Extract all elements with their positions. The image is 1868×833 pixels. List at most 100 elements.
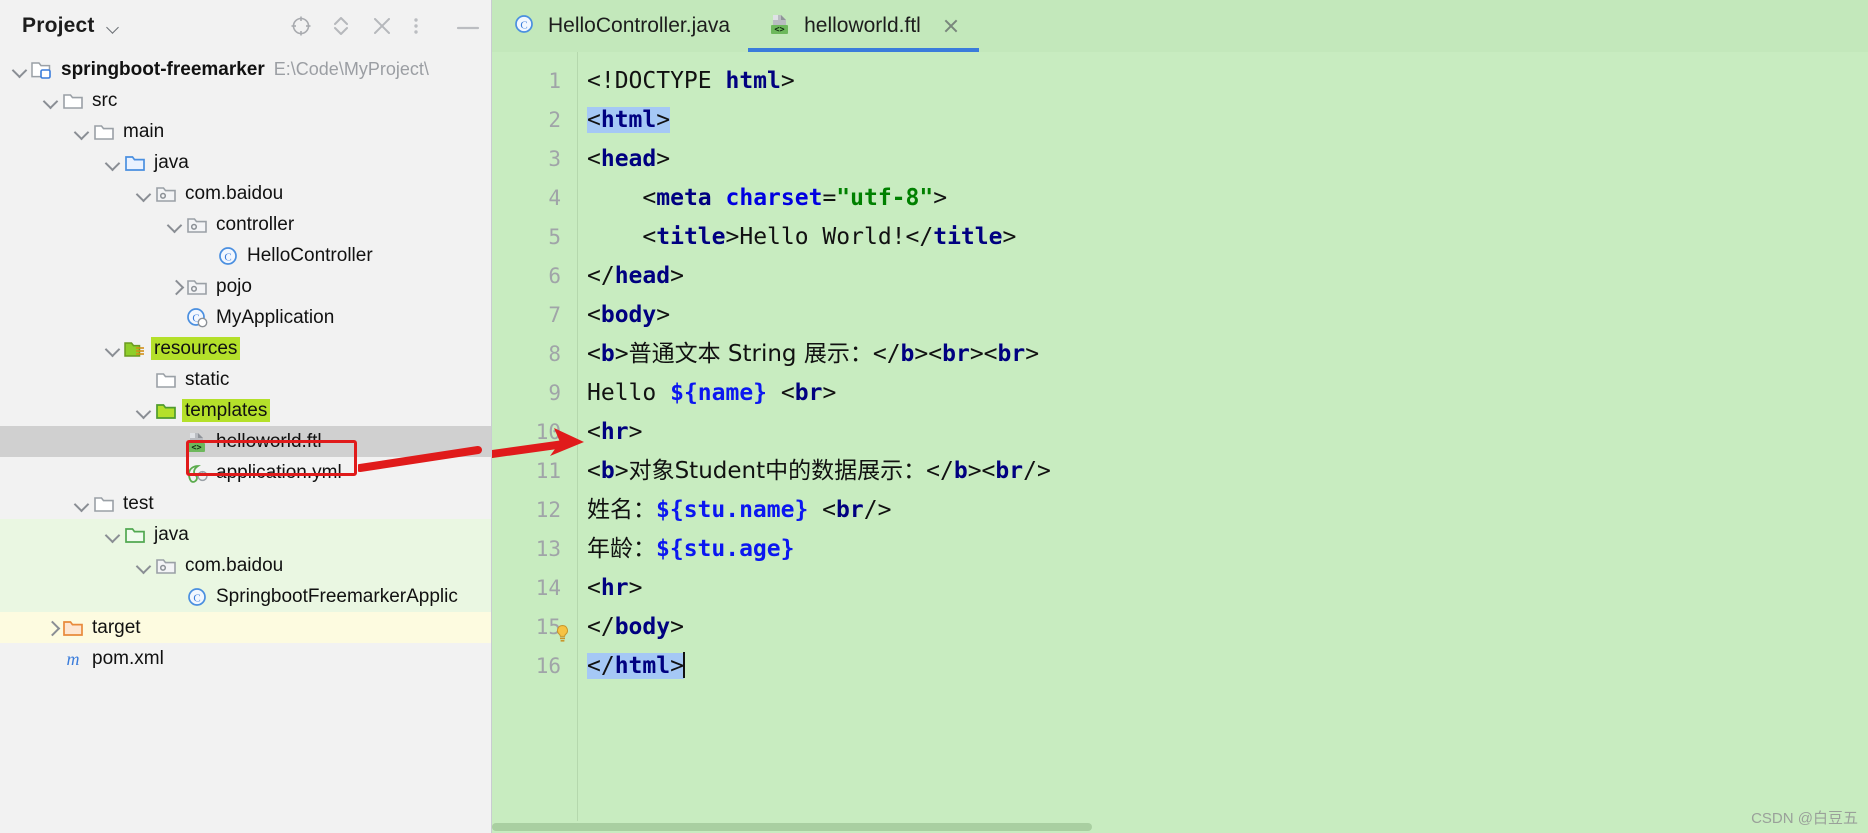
code-line[interactable]: <title>Hello World!</title> <box>587 218 1868 257</box>
tree-item-label: controller <box>216 214 294 235</box>
code-line[interactable]: </body> <box>587 608 1868 647</box>
chevron-down-icon[interactable] <box>10 60 30 80</box>
code-line[interactable]: <b>普通文本 String 展示：</b><br><br> <box>587 335 1868 374</box>
code-token-tag: html <box>601 107 656 133</box>
code-line[interactable]: 年龄：${stu.age} <box>587 530 1868 569</box>
more-options-icon[interactable] <box>412 14 436 38</box>
tree-item-label: src <box>92 90 117 111</box>
code-token-tag: b <box>601 458 615 484</box>
chevron-down-icon[interactable] <box>103 525 123 545</box>
tree-twisty-placeholder <box>165 587 185 607</box>
line-number: 6 <box>492 257 561 296</box>
tree-item-label: pojo <box>216 276 252 297</box>
resources-folder-icon <box>123 338 147 360</box>
spring-class-icon: C <box>185 307 209 329</box>
code-token-plain: > <box>656 302 670 328</box>
folder-icon <box>61 90 85 112</box>
tree-item[interactable]: templates <box>0 395 491 426</box>
java-class-icon: C <box>216 245 240 267</box>
chevron-down-icon[interactable] <box>103 153 123 173</box>
folder-icon <box>92 121 116 143</box>
code-token-plain: > <box>670 653 684 679</box>
java-class-icon: C <box>185 586 209 608</box>
code-line[interactable]: <head> <box>587 140 1868 179</box>
code-line[interactable]: <meta charset="utf-8"> <box>587 179 1868 218</box>
code-line[interactable]: <hr> <box>587 569 1868 608</box>
collapse-all-icon[interactable] <box>371 14 395 38</box>
tree-item[interactable]: springboot-freemarkerE:\Code\MyProject\ <box>0 54 491 85</box>
horizontal-scrollbar[interactable] <box>492 821 1868 833</box>
code-token-plain: > <box>1025 341 1039 367</box>
chevron-down-icon[interactable] <box>107 23 121 32</box>
intention-bulb-icon[interactable] <box>555 617 570 636</box>
code-line[interactable]: <html> <box>587 101 1868 140</box>
chevron-down-icon[interactable] <box>165 215 185 235</box>
code-token-plain: > <box>615 458 629 484</box>
chevron-right-icon[interactable] <box>165 277 185 297</box>
tree-item[interactable]: mpom.xml <box>0 643 491 674</box>
tree-item[interactable]: src <box>0 85 491 116</box>
scrollbar-thumb[interactable] <box>492 823 1092 831</box>
tree-item[interactable]: com.baidou <box>0 550 491 581</box>
tree-item-label: springboot-freemarker <box>61 59 265 80</box>
expand-collapse-icon[interactable] <box>330 14 354 38</box>
project-tree[interactable]: springboot-freemarkerE:\Code\MyProject\s… <box>0 52 491 674</box>
chevron-down-icon[interactable] <box>134 556 154 576</box>
editor-tab[interactable]: CHelloController.java <box>492 0 748 52</box>
tree-item[interactable]: CSpringbootFreemarkerApplic <box>0 581 491 612</box>
tree-item[interactable]: test <box>0 488 491 519</box>
code-token-plain: < <box>808 497 836 523</box>
tree-item[interactable]: main <box>0 116 491 147</box>
ftl-file-icon: <> <box>768 13 794 39</box>
code-token-plain: < <box>587 458 601 484</box>
folder-icon <box>154 369 178 391</box>
line-number: 9 <box>492 374 561 413</box>
code-line[interactable]: Hello ${name} <br> <box>587 374 1868 413</box>
tree-item[interactable]: pojo <box>0 271 491 302</box>
code-line[interactable]: </html> <box>587 647 1868 686</box>
code-line[interactable]: <b>对象Student中的数据展示：</b><br/> <box>587 452 1868 491</box>
chevron-down-icon[interactable] <box>72 494 92 514</box>
tree-item[interactable]: static <box>0 364 491 395</box>
editor-tab[interactable]: <>helloworld.ftl <box>748 0 979 52</box>
tree-item[interactable]: CHelloController <box>0 240 491 271</box>
tree-item[interactable]: CMyApplication <box>0 302 491 333</box>
chevron-down-icon[interactable] <box>134 401 154 421</box>
code-line[interactable]: 姓名：${stu.name} <br/> <box>587 491 1868 530</box>
tree-item[interactable]: target <box>0 612 491 643</box>
locate-icon[interactable] <box>289 14 313 38</box>
tree-item-label: com.baidou <box>185 183 283 204</box>
tree-item[interactable]: java <box>0 147 491 178</box>
chevron-down-icon[interactable] <box>41 91 61 111</box>
tree-twisty-placeholder <box>134 370 154 390</box>
tree-item-label: resources <box>154 338 237 359</box>
chevron-down-icon[interactable] <box>134 184 154 204</box>
code-token-expr: ${name} <box>670 380 767 406</box>
ftl-file-icon: <> <box>185 431 209 453</box>
tree-item-label: main <box>123 121 164 142</box>
tree-item[interactable]: resources <box>0 333 491 364</box>
code-token-tag: b <box>954 458 968 484</box>
code-line[interactable]: <body> <box>587 296 1868 335</box>
tree-item[interactable]: controller <box>0 209 491 240</box>
tree-item[interactable]: application.yml <box>0 457 491 488</box>
package-icon <box>154 555 178 577</box>
chevron-down-icon[interactable] <box>103 339 123 359</box>
chevron-down-icon[interactable] <box>72 122 92 142</box>
code-line[interactable]: <hr> <box>587 413 1868 452</box>
code-token-cjk: 普通文本 String 展示： <box>629 341 873 367</box>
tree-item[interactable]: com.baidou <box>0 178 491 209</box>
code-token-tag: head <box>601 146 656 172</box>
code-content[interactable]: <!DOCTYPE html><html><head> <meta charse… <box>578 52 1868 833</box>
chevron-right-icon[interactable] <box>41 618 61 638</box>
code-token-plain: <!DOCTYPE <box>587 68 725 94</box>
minimize-icon[interactable] <box>453 14 477 38</box>
code-editor[interactable]: 12345678910111213141516 <!DOCTYPE html><… <box>492 52 1868 833</box>
code-line[interactable]: </head> <box>587 257 1868 296</box>
code-line[interactable]: <!DOCTYPE html> <box>587 62 1868 101</box>
close-icon[interactable] <box>941 16 961 36</box>
code-token-tag: hr <box>601 419 629 445</box>
tree-item[interactable]: java <box>0 519 491 550</box>
tree-item[interactable]: <>helloworld.ftl <box>0 426 491 457</box>
editor-tabbar[interactable]: CHelloController.java<>helloworld.ftl <box>492 0 1868 52</box>
